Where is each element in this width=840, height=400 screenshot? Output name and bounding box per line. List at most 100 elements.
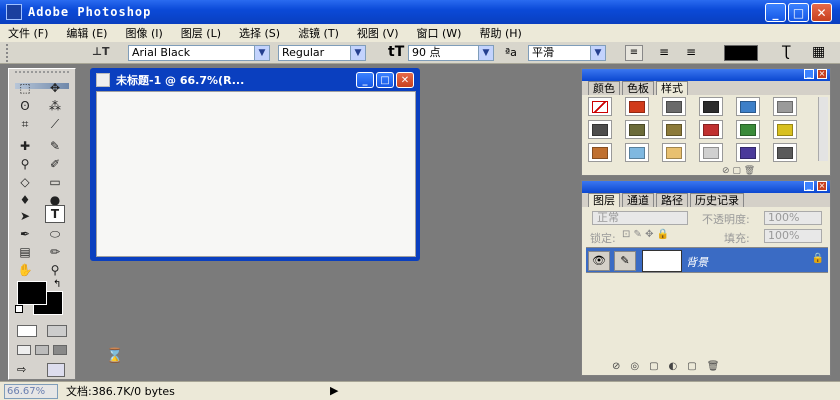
antialias-select[interactable]: 平滑 ▼ xyxy=(528,45,606,61)
fill-field[interactable]: 100% xyxy=(764,229,822,243)
marquee-tool-icon[interactable]: ⬚ xyxy=(15,79,35,97)
tab-swatches[interactable]: 色板 xyxy=(622,81,654,95)
style-swatch[interactable] xyxy=(773,97,797,116)
eyedropper-tool-icon[interactable]: ✏ xyxy=(45,243,65,261)
clone-stamp-tool-icon[interactable]: ⚲ xyxy=(15,155,35,173)
style-swatch[interactable] xyxy=(588,120,612,139)
status-menu-arrow-icon[interactable]: ▶ xyxy=(330,384,338,397)
doc-close-button[interactable]: ✕ xyxy=(396,72,414,88)
document-canvas[interactable] xyxy=(96,91,416,257)
font-style-select[interactable]: Regular ▼ xyxy=(278,45,366,61)
layer-name: 背景 xyxy=(686,256,708,269)
quick-mask-mode-icon[interactable] xyxy=(47,325,67,337)
zoom-field[interactable]: 66.67% xyxy=(4,383,58,399)
style-swatch[interactable] xyxy=(625,97,649,116)
pen-tool-icon[interactable]: ✒ xyxy=(15,225,35,243)
opacity-field[interactable]: 100% xyxy=(764,211,822,225)
panel-close-icon[interactable]: × xyxy=(817,69,827,79)
style-swatch[interactable] xyxy=(773,120,797,139)
style-swatch[interactable] xyxy=(699,97,723,116)
menu-file[interactable]: 文件 (F) xyxy=(8,25,48,41)
style-swatch[interactable] xyxy=(699,120,723,139)
text-color-swatch[interactable] xyxy=(724,45,758,61)
move-tool-icon[interactable]: ✥ xyxy=(45,79,65,97)
swap-colors-icon[interactable]: ↰ xyxy=(53,279,61,290)
eraser-tool-icon[interactable]: ◇ xyxy=(15,173,35,191)
tab-paths[interactable]: 路径 xyxy=(656,193,688,207)
menu-image[interactable]: 图像 (I) xyxy=(125,25,162,41)
tab-layers[interactable]: 图层 xyxy=(588,193,620,207)
brush-link-icon[interactable]: ✎ xyxy=(614,251,636,271)
menu-filter[interactable]: 滤镜 (T) xyxy=(298,25,339,41)
slice-tool-icon[interactable]: ⟋ xyxy=(45,115,65,133)
type-tool-icon[interactable]: T xyxy=(45,205,65,223)
path-selection-tool-icon[interactable]: ➤ xyxy=(15,207,35,225)
menu-help[interactable]: 帮助 (H) xyxy=(479,25,521,41)
menu-edit[interactable]: 编辑 (E) xyxy=(66,25,107,41)
lasso-tool-icon[interactable]: ʘ xyxy=(15,97,35,115)
blend-mode-select[interactable]: 正常 xyxy=(592,211,688,225)
tab-channels[interactable]: 通道 xyxy=(622,193,654,207)
font-size-select[interactable]: 90 点 ▼ xyxy=(408,45,494,61)
palette-toggle-icon[interactable]: ▦ xyxy=(812,44,838,62)
doc-minimize-button[interactable]: _ xyxy=(356,72,374,88)
screen-mode-menu-icon[interactable] xyxy=(35,345,49,355)
default-colors-icon[interactable] xyxy=(15,305,23,313)
warp-text-icon[interactable]: Ʈ xyxy=(782,44,791,60)
tab-history[interactable]: 历史记录 xyxy=(690,193,744,207)
fill-value: 100% xyxy=(768,229,800,242)
maximize-button[interactable]: □ xyxy=(788,3,809,22)
menu-window[interactable]: 窗口 (W) xyxy=(416,25,461,41)
style-swatch[interactable] xyxy=(588,143,612,162)
notes-tool-icon[interactable]: ▤ xyxy=(15,243,35,261)
minimize-button[interactable]: _ xyxy=(765,3,786,22)
panel-minimize-icon[interactable]: _ xyxy=(804,181,814,191)
menu-view[interactable]: 视图 (V) xyxy=(357,25,399,41)
opacity-value: 100% xyxy=(768,211,800,224)
layer-row-background[interactable]: 👁 ✎ 背景 🔒 xyxy=(586,247,828,273)
crop-tool-icon[interactable]: ⌗ xyxy=(15,115,35,133)
ellipse-tool-icon[interactable]: ⬭ xyxy=(45,225,65,243)
menu-select[interactable]: 选择 (S) xyxy=(239,25,280,41)
zoom-tool-icon[interactable]: ⚲ xyxy=(45,261,65,279)
close-button[interactable]: ✕ xyxy=(811,3,832,22)
style-swatch[interactable] xyxy=(662,120,686,139)
lock-icons[interactable]: ⊡ ✎ ✥ 🔒 xyxy=(622,229,669,240)
imageready-icon[interactable] xyxy=(47,363,65,377)
foreground-color-swatch[interactable] xyxy=(17,281,47,305)
menu-layer[interactable]: 图层 (L) xyxy=(181,25,221,41)
panel-close-icon[interactable]: × xyxy=(817,181,827,191)
screen-mode-standard-icon[interactable] xyxy=(17,345,31,355)
style-swatch[interactable] xyxy=(625,143,649,162)
font-family-select[interactable]: Arial Black ▼ xyxy=(128,45,270,61)
tab-color[interactable]: 颜色 xyxy=(588,81,620,95)
style-swatch[interactable] xyxy=(736,143,760,162)
layers-panel-footer-icons[interactable]: ⊘◎▢◐▢🗑 xyxy=(612,361,822,373)
align-right-icon[interactable]: ≡ xyxy=(682,45,700,61)
style-swatch[interactable] xyxy=(699,143,723,162)
style-swatch[interactable] xyxy=(625,120,649,139)
text-orientation-icon[interactable]: ⊥T xyxy=(92,45,110,61)
history-brush-tool-icon[interactable]: ✐ xyxy=(45,155,65,173)
tab-styles[interactable]: 样式 xyxy=(656,81,688,95)
align-left-icon[interactable]: ≡ xyxy=(625,45,643,61)
magic-wand-tool-icon[interactable]: ⁂ xyxy=(45,97,65,115)
healing-brush-tool-icon[interactable]: ✚ xyxy=(15,137,35,155)
eye-visibility-icon[interactable]: 👁 xyxy=(588,251,610,271)
jump-to-imageready-icon[interactable]: ⇨ xyxy=(17,363,35,377)
panel-minimize-icon[interactable]: _ xyxy=(804,69,814,79)
brush-tool-icon[interactable]: ✎ xyxy=(45,137,65,155)
hand-tool-icon[interactable]: ✋ xyxy=(15,261,35,279)
screen-mode-full-icon[interactable] xyxy=(53,345,67,355)
align-center-icon[interactable]: ≡ xyxy=(655,45,673,61)
doc-maximize-button[interactable]: □ xyxy=(376,72,394,88)
style-swatch[interactable] xyxy=(662,143,686,162)
style-swatch[interactable] xyxy=(773,143,797,162)
gradient-tool-icon[interactable]: ▭ xyxy=(45,173,65,191)
style-swatch[interactable] xyxy=(588,97,612,116)
styles-scrollbar[interactable] xyxy=(818,97,828,161)
standard-mode-icon[interactable] xyxy=(17,325,37,337)
style-swatch[interactable] xyxy=(736,120,760,139)
style-swatch[interactable] xyxy=(736,97,760,116)
style-swatch[interactable] xyxy=(662,97,686,116)
